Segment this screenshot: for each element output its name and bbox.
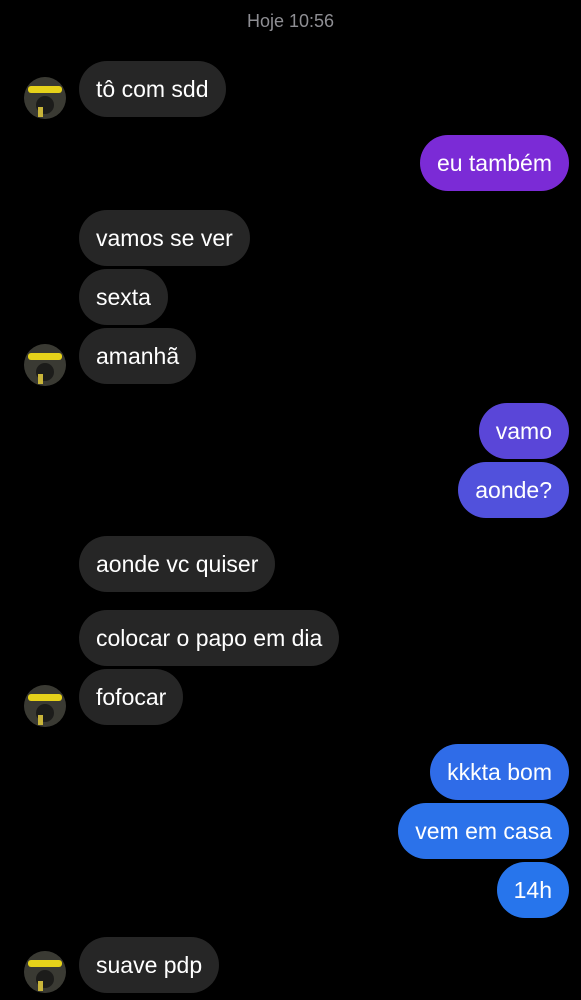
incoming-message-bubble[interactable]: tô com sdd <box>79 61 226 117</box>
chat-timestamp: Hoje 10:56 <box>246 11 335 31</box>
incoming-message-bubble[interactable]: suave pdp <box>79 937 220 993</box>
incoming-message-bubble[interactable]: fofocar <box>79 669 184 725</box>
contact-avatar-icon[interactable] <box>24 685 66 727</box>
incoming-message-bubble[interactable]: vamos se ver <box>79 210 250 266</box>
incoming-message-bubble[interactable]: sexta <box>79 269 168 325</box>
outgoing-message-bubble[interactable]: vem em casa <box>398 803 569 859</box>
outgoing-message-bubble[interactable]: aonde? <box>458 462 569 518</box>
incoming-message-bubble[interactable]: aonde vc quiser <box>79 536 276 592</box>
incoming-message-bubble[interactable]: amanhã <box>79 328 197 384</box>
outgoing-message-bubble[interactable]: eu também <box>419 135 569 191</box>
contact-avatar-icon[interactable] <box>24 951 66 993</box>
outgoing-message-bubble[interactable]: vamo <box>478 403 569 459</box>
incoming-message-bubble[interactable]: colocar o papo em dia <box>79 610 340 666</box>
contact-avatar-icon[interactable] <box>24 344 66 386</box>
outgoing-message-bubble[interactable]: 14h <box>496 862 569 918</box>
contact-avatar-icon[interactable] <box>24 77 66 119</box>
outgoing-message-bubble[interactable]: kkkta bom <box>430 744 569 800</box>
